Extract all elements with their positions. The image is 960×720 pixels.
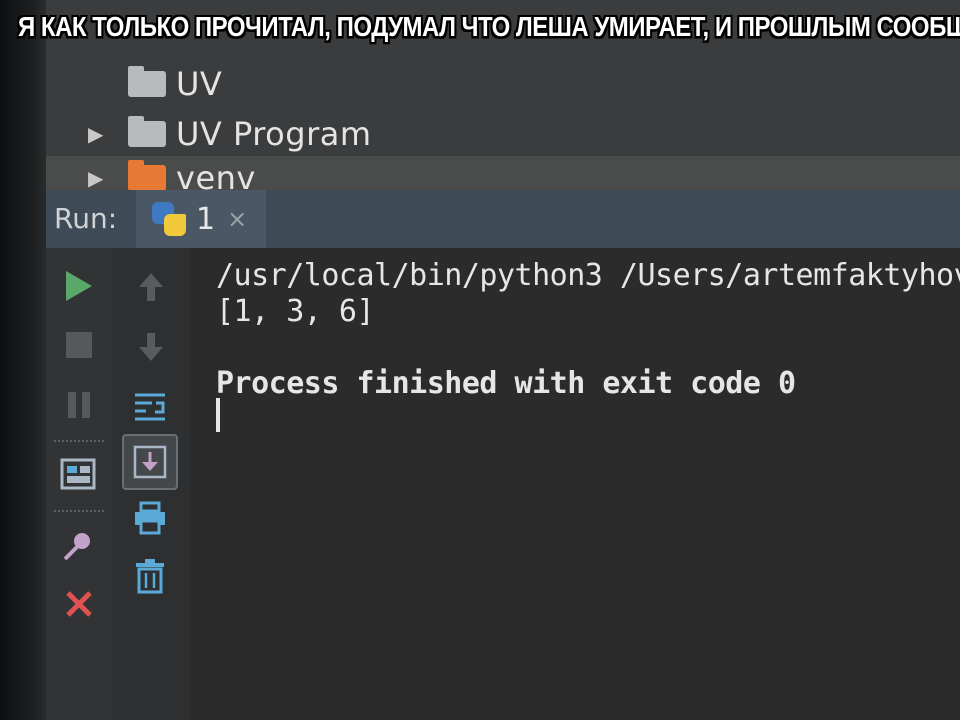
close-panel-button[interactable] bbox=[60, 584, 98, 624]
toolbar-divider bbox=[54, 440, 104, 442]
meme-caption: Я КАК ТОЛЬКО ПРОЧИТАЛ, ПОДУМАЛ ЧТО ЛЕША … bbox=[18, 12, 960, 44]
folder-icon bbox=[128, 160, 166, 191]
console-output[interactable]: /usr/local/bin/python3 /Users/artemfakty… bbox=[190, 248, 960, 720]
console-actions-toolbar bbox=[112, 248, 190, 720]
run-tab[interactable]: 1 × bbox=[136, 190, 266, 248]
ide-window: UV ▶ UV Program ▶ venv Run: 1 × /usr/loc… bbox=[0, 0, 960, 720]
run-panel-title: Run: bbox=[54, 202, 118, 235]
previous-occurrence-button[interactable] bbox=[132, 268, 170, 306]
scroll-to-end-button[interactable] bbox=[122, 434, 178, 490]
scroll-to-end-icon bbox=[133, 445, 167, 479]
monitor-bezel bbox=[0, 0, 46, 720]
next-occurrence-button[interactable] bbox=[132, 328, 170, 366]
run-actions-toolbar bbox=[46, 248, 113, 720]
chevron-right-icon[interactable]: ▶ bbox=[88, 122, 110, 146]
python-icon bbox=[152, 202, 186, 236]
stop-button[interactable] bbox=[62, 328, 96, 362]
clear-all-button[interactable] bbox=[130, 556, 170, 596]
close-icon bbox=[66, 591, 92, 617]
layout-button[interactable] bbox=[58, 454, 98, 494]
trash-icon bbox=[136, 559, 164, 594]
tree-item-uv[interactable]: UV bbox=[46, 62, 222, 106]
print-button[interactable] bbox=[130, 498, 170, 538]
tree-item-label: UV Program bbox=[176, 115, 372, 153]
run-toolbar: Run: 1 × bbox=[46, 190, 960, 248]
run-tab-label: 1 bbox=[196, 201, 216, 237]
folder-icon bbox=[128, 116, 166, 147]
pause-icon bbox=[68, 392, 90, 418]
tree-item-uv-program[interactable]: ▶ UV Program bbox=[46, 112, 372, 156]
close-tab-icon[interactable]: × bbox=[227, 205, 247, 233]
rerun-button[interactable] bbox=[62, 268, 96, 304]
rerun-icon bbox=[66, 271, 92, 301]
pause-button[interactable] bbox=[62, 388, 96, 422]
up-arrow-icon bbox=[139, 273, 163, 301]
chevron-right-icon[interactable]: ▶ bbox=[88, 166, 110, 190]
soft-wrap-button[interactable] bbox=[130, 386, 170, 426]
tree-item-label: UV bbox=[176, 65, 223, 103]
console-command-line: /usr/local/bin/python3 /Users/artemfakty… bbox=[216, 258, 960, 293]
soft-wrap-icon bbox=[135, 393, 165, 421]
folder-icon bbox=[128, 66, 166, 97]
print-icon bbox=[135, 501, 165, 535]
layout-icon bbox=[60, 458, 96, 490]
console-exit-message: Process finished with exit code 0 bbox=[216, 366, 796, 401]
down-arrow-icon bbox=[139, 333, 163, 361]
text-cursor bbox=[216, 398, 220, 432]
stop-icon bbox=[66, 332, 92, 358]
pin-tab-button[interactable] bbox=[58, 526, 98, 566]
pin-icon bbox=[63, 533, 90, 561]
toolbar-divider bbox=[54, 510, 104, 512]
console-output-line: [1, 3, 6] bbox=[216, 294, 375, 329]
